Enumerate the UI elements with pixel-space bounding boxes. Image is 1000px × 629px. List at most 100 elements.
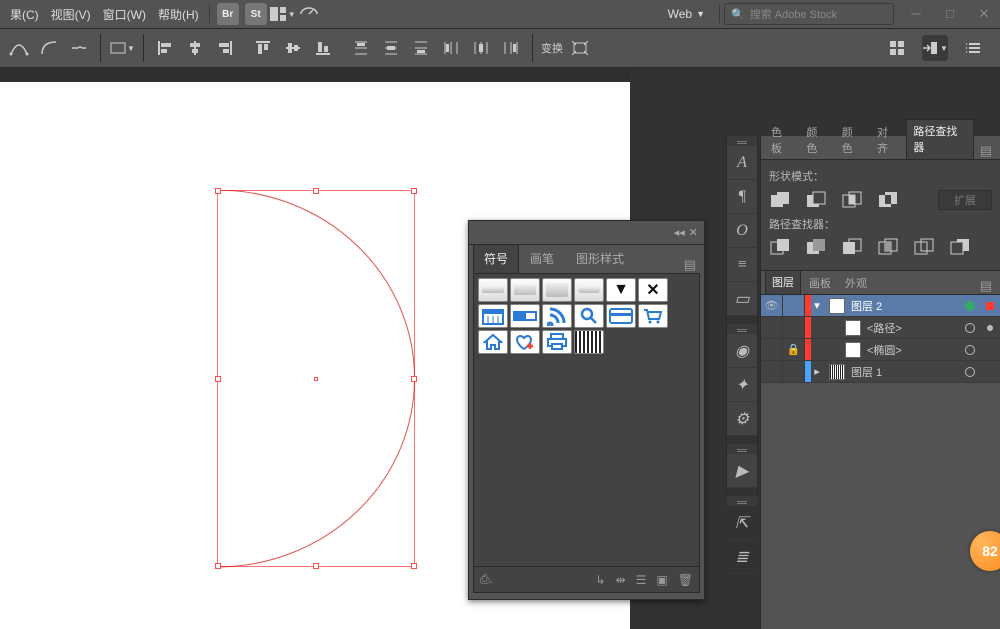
window-close[interactable]: ✕ xyxy=(972,6,996,22)
layer-name[interactable]: <路径> xyxy=(867,320,960,336)
handle-mr[interactable] xyxy=(411,376,417,382)
target-icon[interactable] xyxy=(960,323,980,333)
window-minimize[interactable]: ─ xyxy=(904,6,928,22)
symbol-bar-1[interactable] xyxy=(478,278,508,302)
handle-br[interactable] xyxy=(411,563,417,569)
symbol-close[interactable]: ✕ xyxy=(638,278,668,302)
symbol-print[interactable] xyxy=(542,330,572,354)
handle-bm[interactable] xyxy=(313,563,319,569)
crop-icon[interactable] xyxy=(877,238,899,256)
dist-4-icon[interactable] xyxy=(438,35,464,61)
window-maximize[interactable]: □ xyxy=(938,6,962,22)
dist-6-icon[interactable] xyxy=(498,35,524,61)
tab-pathfinder[interactable]: 路径查找器 xyxy=(906,119,973,159)
visibility-icon[interactable]: 👁 xyxy=(761,295,783,316)
symbol-cart[interactable] xyxy=(638,304,668,328)
dock-export-icon[interactable]: ⇱ xyxy=(727,506,757,540)
lock-col[interactable] xyxy=(783,295,805,316)
align-vcenter-icon[interactable] xyxy=(280,35,306,61)
symbol-search[interactable] xyxy=(574,304,604,328)
lock-col[interactable] xyxy=(783,317,805,338)
panel-grid-icon[interactable] xyxy=(884,35,910,61)
tab-appearance[interactable]: 外观 xyxy=(839,272,873,294)
menu-view[interactable]: 视图(V) xyxy=(45,2,97,27)
exclude-icon[interactable] xyxy=(877,191,899,209)
lock-col[interactable] xyxy=(783,361,805,382)
tab-layers[interactable]: 图层 xyxy=(765,270,801,294)
select-indicator[interactable] xyxy=(980,325,1000,331)
dock-glyphs-icon[interactable]: ≡ xyxy=(727,248,757,282)
dock-opentype-icon[interactable]: O xyxy=(727,214,757,248)
panel-close-icon[interactable]: ✕ xyxy=(689,226,698,239)
unite-icon[interactable] xyxy=(769,191,791,209)
target-icon[interactable] xyxy=(960,301,980,311)
symbol-break-icon[interactable]: ⇹ xyxy=(616,573,626,587)
tab-brushes[interactable]: 画笔 xyxy=(519,244,565,273)
symbol-card[interactable] xyxy=(606,304,636,328)
workspace-switcher[interactable]: Web▼ xyxy=(668,7,705,21)
symbol-rss[interactable] xyxy=(542,304,572,328)
symbols-panel[interactable]: ◂◂ ✕ 符号 画笔 图形样式 ▤ ▼ ✕ xyxy=(468,220,705,600)
tool-join-icon[interactable] xyxy=(66,35,92,61)
bridge-button[interactable]: Br xyxy=(217,3,239,25)
symbol-place-icon[interactable]: ↳ xyxy=(596,573,606,587)
handle-tm[interactable] xyxy=(313,188,319,194)
tab-color[interactable]: 颜色 xyxy=(800,121,833,159)
select-indicator[interactable] xyxy=(980,302,1000,310)
visibility-icon[interactable] xyxy=(761,361,783,382)
symbol-options-icon[interactable]: ☰ xyxy=(636,573,647,587)
layer-name[interactable]: 图层 1 xyxy=(851,364,960,380)
arrange-icon[interactable]: ▼ xyxy=(270,3,296,25)
outline-icon[interactable] xyxy=(913,238,935,256)
symbol-bar-2[interactable] xyxy=(510,278,540,302)
tool-shape-icon[interactable]: ▼ xyxy=(109,35,135,61)
dock-appearance-icon[interactable]: ◉ xyxy=(727,334,757,368)
layer-row[interactable]: 🔒 <椭圆> xyxy=(761,339,1000,361)
stock-search[interactable]: 🔍 搜索 Adobe Stock xyxy=(724,3,894,25)
tab-symbols[interactable]: 符号 xyxy=(473,244,519,273)
dock-settings-icon[interactable]: ⚙ xyxy=(727,402,757,436)
target-icon[interactable] xyxy=(960,345,980,355)
symbol-new-icon[interactable]: ▣ xyxy=(656,573,667,587)
intersect-icon[interactable] xyxy=(841,191,863,209)
handle-ml[interactable] xyxy=(215,376,221,382)
panel-menu-icon[interactable]: ▤ xyxy=(976,278,996,294)
layer-row[interactable]: ▸ 图层 1 xyxy=(761,361,1000,383)
dist-2-icon[interactable] xyxy=(378,35,404,61)
dock-paragraph-icon[interactable]: ¶ xyxy=(727,180,757,214)
tab-swatches[interactable]: 色板 xyxy=(765,121,798,159)
align-bottom-icon[interactable] xyxy=(310,35,336,61)
document-tab-bar[interactable] xyxy=(0,68,630,82)
tab-graphic-styles[interactable]: 图形样式 xyxy=(565,244,635,273)
isolate-icon[interactable] xyxy=(567,35,593,61)
stock-button[interactable]: St xyxy=(245,3,267,25)
symbol-bar-4[interactable] xyxy=(574,278,604,302)
panel-collapse-icon[interactable]: ◂◂ xyxy=(674,226,685,239)
divide-icon[interactable] xyxy=(769,238,791,256)
layer-name[interactable]: 图层 2 xyxy=(851,298,960,314)
symbol-bar-3[interactable] xyxy=(542,278,572,302)
panel-list-icon[interactable] xyxy=(960,35,986,61)
tab-artboards[interactable]: 画板 xyxy=(803,272,837,294)
symbol-home[interactable] xyxy=(478,330,508,354)
dock-libraries-icon[interactable]: ≣ xyxy=(727,540,757,574)
disclosure-icon[interactable]: ▾ xyxy=(811,299,823,312)
disclosure-icon[interactable]: ▸ xyxy=(811,365,823,378)
tab-align[interactable]: 对齐 xyxy=(871,121,904,159)
symbol-calendar[interactable] xyxy=(478,304,508,328)
gpu-icon[interactable] xyxy=(296,3,322,25)
layer-name[interactable]: <椭圆> xyxy=(867,342,960,358)
dock-actions-icon[interactable]: ▶ xyxy=(727,454,757,488)
align-top-icon[interactable] xyxy=(250,35,276,61)
symbol-progress[interactable] xyxy=(510,304,540,328)
symbol-dropdown[interactable]: ▼ xyxy=(606,278,636,302)
symbol-heart-add[interactable] xyxy=(510,330,540,354)
panel-header[interactable]: ◂◂ ✕ xyxy=(469,221,704,245)
transform-label[interactable]: 变换 xyxy=(541,35,563,61)
visibility-icon[interactable] xyxy=(761,317,783,338)
tool-arc-icon[interactable] xyxy=(36,35,62,61)
library-menu-icon[interactable]: ⎙. xyxy=(480,572,493,587)
menu-effect[interactable]: 果(C) xyxy=(4,2,45,27)
dist-1-icon[interactable] xyxy=(348,35,374,61)
panel-menu-icon[interactable]: ▤ xyxy=(680,257,700,273)
